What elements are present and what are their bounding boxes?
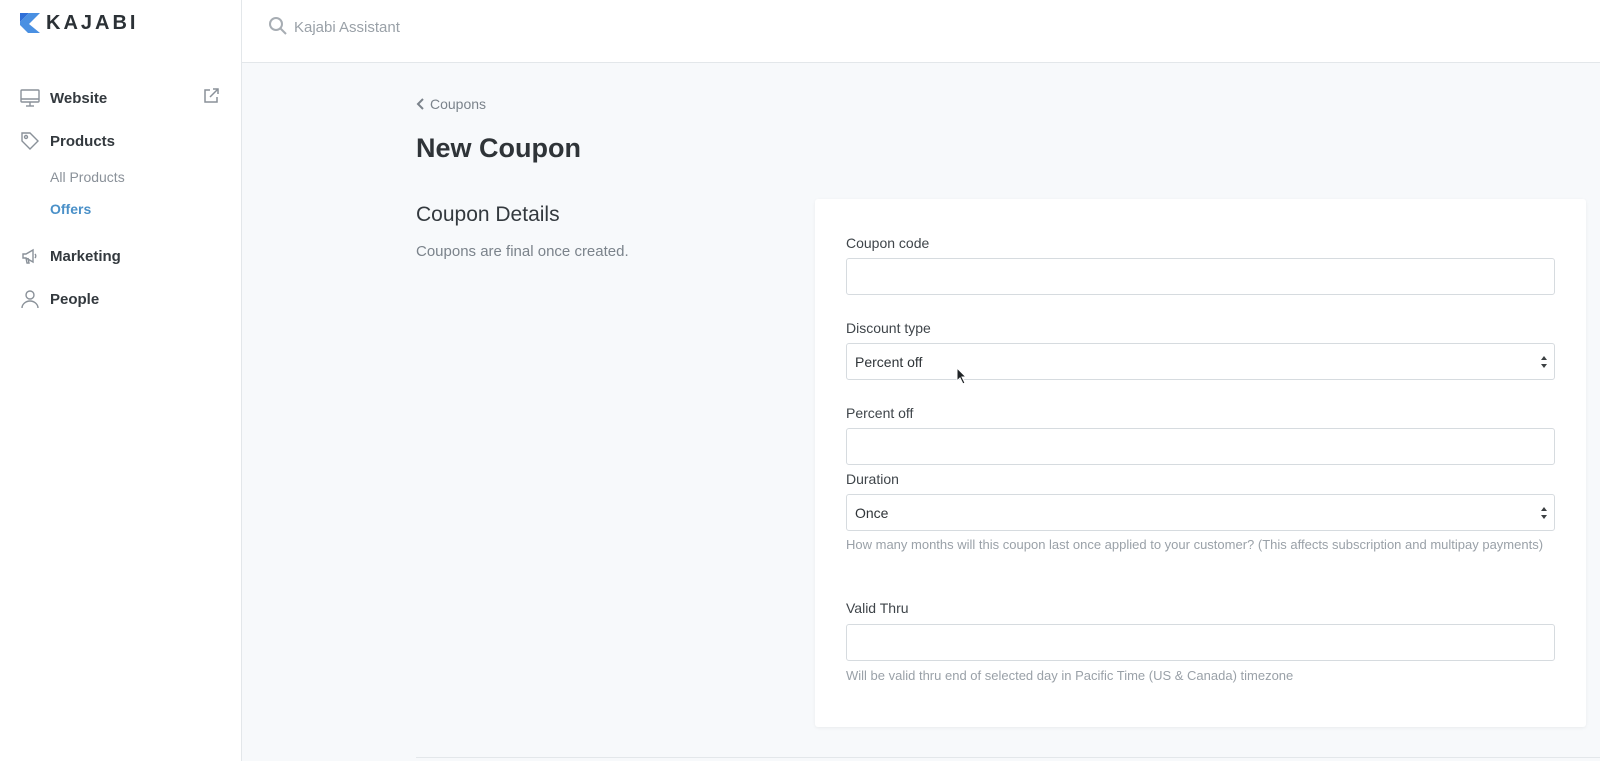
person-icon [20, 289, 40, 309]
valid-thru-help-text: Will be valid thru end of selected day i… [846, 668, 1294, 683]
monitor-icon [20, 88, 40, 108]
sidebar: KAJABI Website Products All Products Off… [0, 0, 242, 761]
tag-icon [20, 131, 40, 151]
coupon-code-label: Coupon code [846, 235, 930, 251]
kajabi-logo[interactable]: KAJABI [20, 13, 138, 33]
sidebar-item-people[interactable]: People [20, 289, 99, 309]
breadcrumb-label: Coupons [430, 96, 487, 112]
sidebar-item-website[interactable]: Website [20, 88, 107, 108]
page-title: New Coupon [416, 133, 581, 163]
breadcrumb-back-coupons[interactable]: Coupons [416, 96, 486, 112]
discount-type-value: Percent off [855, 353, 923, 370]
kajabi-logo-icon [20, 13, 40, 33]
percent-off-label: Percent off [846, 405, 914, 421]
select-arrows-icon [1541, 507, 1547, 519]
valid-thru-input[interactable] [846, 624, 1555, 661]
sidebar-item-marketing[interactable]: Marketing [20, 246, 121, 266]
select-arrows-icon [1541, 356, 1547, 368]
valid-thru-label: Valid Thru [846, 600, 909, 616]
sidebar-item-label: Products [50, 132, 116, 150]
duration-select[interactable]: Once [846, 494, 1555, 531]
sidebar-item-products[interactable]: Products [20, 131, 115, 151]
percent-off-input[interactable] [846, 428, 1555, 465]
coupon-code-input[interactable] [846, 258, 1555, 295]
sidebar-subitem-offers[interactable]: Offers [50, 201, 91, 217]
sidebar-item-label: Marketing [50, 247, 121, 265]
top-bar [242, 0, 1600, 63]
brand-name: KAJABI [46, 12, 139, 34]
chevron-left-icon [416, 98, 424, 110]
duration-label: Duration [846, 471, 899, 487]
section-divider [416, 757, 1600, 758]
duration-help-text: How many months will this coupon last on… [846, 537, 1544, 552]
sidebar-item-label: Website [50, 89, 108, 107]
section-title: Coupon Details [416, 203, 560, 226]
section-description: Coupons are final once created. [416, 243, 629, 260]
assistant-search-input[interactable] [294, 14, 694, 40]
megaphone-icon [20, 246, 40, 266]
discount-type-label: Discount type [846, 320, 931, 336]
duration-value: Once [855, 504, 889, 521]
coupon-form-card: Coupon code Discount type Percent off Pe… [815, 199, 1586, 727]
search-icon [269, 17, 287, 35]
sidebar-subitem-all-products[interactable]: All Products [50, 169, 125, 185]
sidebar-item-label: People [50, 290, 100, 308]
external-link-icon[interactable] [202, 87, 220, 105]
discount-type-select[interactable]: Percent off [846, 343, 1555, 380]
